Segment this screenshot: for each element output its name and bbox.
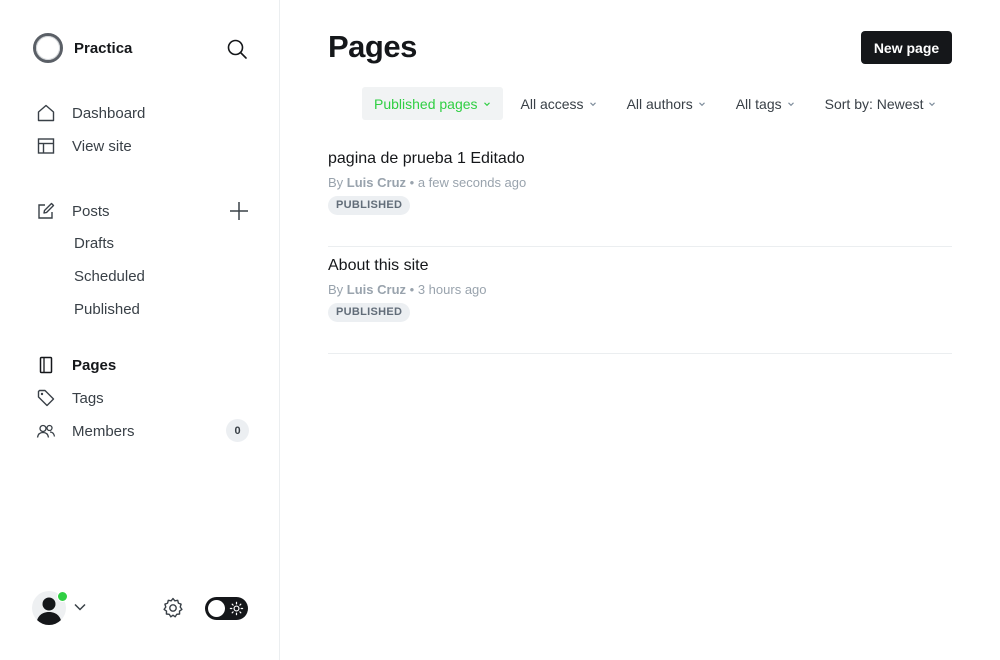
- page-meta: By Luis Cruz • 3 hours ago: [328, 282, 487, 297]
- sidebar-item-label: Tags: [72, 389, 104, 407]
- new-page-button[interactable]: New page: [861, 31, 952, 64]
- page-title: Pages: [328, 29, 417, 64]
- toggle-knob: [208, 600, 225, 617]
- gear-icon[interactable]: [161, 596, 185, 620]
- sidebar-item-members[interactable]: Members: [36, 419, 135, 443]
- sidebar-item-label: Posts: [72, 202, 110, 220]
- sidebar-item-tags[interactable]: Tags: [36, 386, 104, 410]
- sidebar-item-scheduled[interactable]: Scheduled: [74, 266, 145, 288]
- filter-label: All tags: [735, 95, 782, 112]
- filter-label: All authors: [626, 95, 693, 112]
- layout-icon: [36, 136, 56, 156]
- filter-label: Published pages: [374, 95, 478, 112]
- page-title-link[interactable]: pagina de prueba 1 Editado: [328, 150, 525, 168]
- meta-separator: •: [409, 282, 415, 297]
- page-title-link[interactable]: About this site: [328, 257, 429, 275]
- chevron-down-icon: [589, 101, 596, 106]
- sun-icon: [229, 601, 244, 616]
- filter-tags[interactable]: All tags: [724, 87, 807, 120]
- sidebar-item-posts[interactable]: Posts: [36, 199, 110, 223]
- home-icon: [36, 103, 56, 123]
- members-count-badge: 0: [226, 419, 249, 442]
- chevron-down-icon: [929, 101, 936, 106]
- sidebar-item-label: Members: [72, 422, 135, 440]
- by-label: By: [328, 282, 344, 297]
- search-icon[interactable]: [225, 37, 249, 61]
- filter-authors[interactable]: All authors: [615, 87, 718, 120]
- filter-sort[interactable]: Sort by: Newest: [813, 87, 949, 120]
- author-name: Luis Cruz: [346, 282, 407, 297]
- filter-type[interactable]: Published pages: [362, 87, 503, 120]
- filter-access[interactable]: All access: [509, 87, 609, 120]
- filter-bar: Published pages All access All authors A…: [362, 87, 954, 120]
- sidebar-item-dashboard[interactable]: Dashboard: [36, 101, 145, 125]
- list-item[interactable]: pagina de prueba 1 Editado By Luis Cruz …: [328, 140, 952, 247]
- chevron-down-icon: [483, 101, 490, 106]
- edit-icon: [36, 201, 56, 221]
- timestamp: a few seconds ago: [417, 175, 527, 190]
- chevron-down-icon: [698, 101, 705, 106]
- online-status-dot: [57, 591, 68, 602]
- chevron-down-icon[interactable]: [73, 600, 87, 614]
- theme-toggle[interactable]: [205, 597, 248, 620]
- filter-label: Sort by: Newest: [824, 95, 924, 112]
- chevron-down-icon: [787, 101, 794, 106]
- site-logo-icon: [33, 33, 63, 63]
- sidebar-item-view-site[interactable]: View site: [36, 134, 132, 158]
- members-icon: [36, 421, 56, 441]
- sidebar-item-label: Pages: [72, 356, 117, 374]
- status-badge: PUBLISHED: [328, 196, 411, 215]
- brand[interactable]: Practica: [32, 32, 132, 64]
- author-name: Luis Cruz: [346, 175, 407, 190]
- filter-label: All access: [520, 95, 584, 112]
- add-post-icon[interactable]: [227, 199, 251, 223]
- tag-icon: [36, 388, 56, 408]
- page-meta: By Luis Cruz • a few seconds ago: [328, 175, 526, 190]
- by-label: By: [328, 175, 344, 190]
- list-item[interactable]: About this site By Luis Cruz • 3 hours a…: [328, 247, 952, 354]
- sidebar: Practica Dashboard View site Posts Draft…: [0, 0, 280, 660]
- status-badge: PUBLISHED: [328, 303, 411, 322]
- sidebar-item-label: View site: [72, 137, 132, 155]
- pages-list: pagina de prueba 1 Editado By Luis Cruz …: [328, 140, 952, 354]
- site-name: Practica: [74, 39, 133, 57]
- sidebar-item-pages[interactable]: Pages: [36, 353, 116, 377]
- sidebar-item-published[interactable]: Published: [74, 299, 140, 321]
- meta-separator: •: [409, 175, 415, 190]
- main-content: Pages New page Published pages All acces…: [281, 0, 1000, 660]
- page-icon: [36, 355, 56, 375]
- sidebar-item-label: Dashboard: [72, 104, 146, 122]
- sidebar-item-drafts[interactable]: Drafts: [74, 233, 114, 255]
- timestamp: 3 hours ago: [417, 282, 487, 297]
